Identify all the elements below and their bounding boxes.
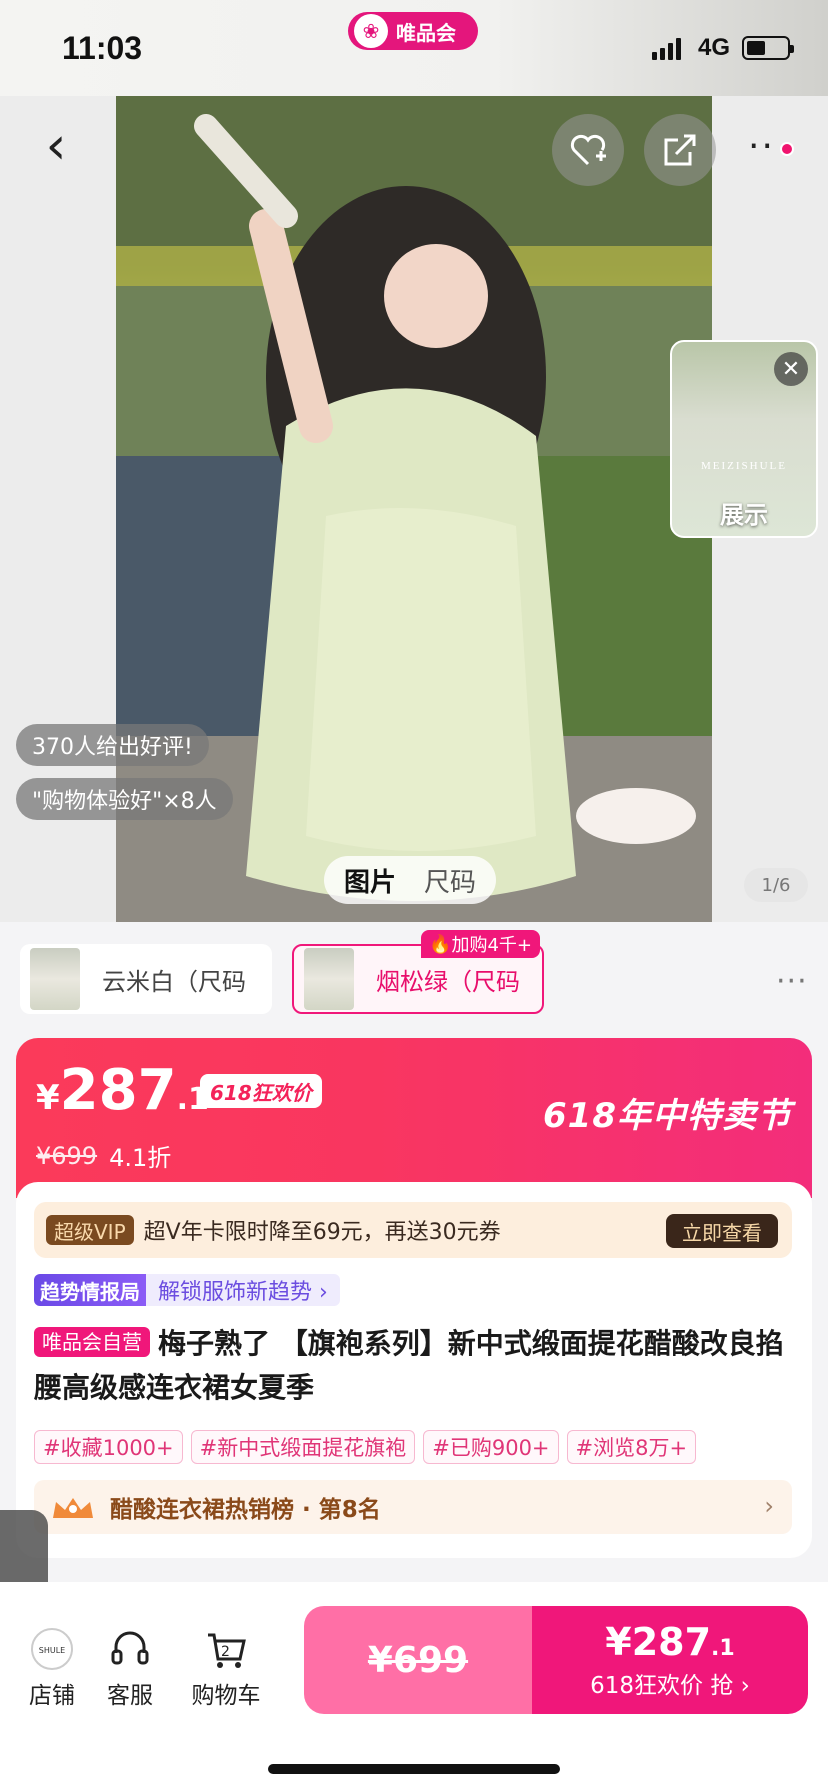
service-label: 客服 — [107, 1683, 153, 1709]
signal-icon — [652, 38, 681, 60]
network-type: 4G — [698, 34, 731, 61]
variant-thumbnail — [304, 948, 354, 1010]
crown-icon — [53, 1498, 93, 1518]
status-time: 11:03 — [62, 30, 143, 66]
ranking-text: 醋酸连衣裙热销榜 · 第8名 — [110, 1497, 381, 1523]
floating-video-card[interactable]: ✕ MEIZISHULE 展示 — [670, 340, 818, 538]
original-price-button[interactable]: ¥699 — [304, 1606, 532, 1714]
float-card-label: 展示 — [720, 501, 768, 529]
tag-style[interactable]: #新中式缎面提花旗袍 — [190, 1430, 416, 1464]
fire-icon: 🔥 — [429, 933, 452, 955]
cart-label: 购物车 — [191, 1683, 261, 1709]
more-icon: ·· — [748, 126, 775, 167]
variant-label: 烟松绿（尺码 — [376, 967, 520, 996]
media-tabs: 图片 尺码 — [324, 856, 497, 904]
tab-size[interactable]: 尺码 — [410, 858, 490, 903]
ranking-bar[interactable]: 醋酸连衣裙热销榜 · 第8名 › — [34, 1480, 792, 1534]
battery-icon — [742, 36, 794, 60]
review-count-pill: 370人给出好评! — [16, 724, 209, 766]
buy-buttons: ¥699 ¥287.1 618狂欢价 抢 › — [304, 1606, 808, 1714]
product-tags: #收藏1000+ #新中式缎面提花旗袍 #已购900+ #浏览8万+ — [34, 1430, 697, 1464]
product-title-block: 唯品会自营 梅子熟了 【旗袍系列】新中式缎面提花醋酸改良掐腰高级感连衣裙女夏季 — [34, 1322, 794, 1410]
back-button[interactable]: ‹ — [36, 116, 76, 176]
bottom-action-bar: SHULE 店铺 客服 2 购物车 ¥699 ¥287.1 618狂欢价 抢 › — [0, 1582, 828, 1792]
tag-views[interactable]: #浏览8万+ — [566, 1430, 697, 1464]
buy-subtitle: 618狂欢价 抢 › — [590, 1673, 750, 1699]
variant-option-selected[interactable]: 烟松绿（尺码 🔥 加购4千+ — [292, 930, 544, 1014]
variant-thumbnail — [30, 948, 80, 1010]
self-operated-tag: 唯品会自营 — [34, 1327, 150, 1357]
share-button[interactable] — [644, 114, 716, 186]
more-menu-button[interactable]: ·· — [748, 120, 804, 176]
discount-rate: 4.1折 — [109, 1144, 172, 1172]
promo-price-tag: 618狂欢价 — [200, 1074, 322, 1108]
buy-now-button[interactable]: ¥287.1 618狂欢价 抢 › — [532, 1606, 808, 1714]
variant-option[interactable]: 云米白（尺码 — [20, 944, 272, 1014]
status-bar: 11:03 ❀ 唯品会 4G — [0, 0, 828, 96]
headset-icon — [90, 1626, 170, 1672]
favorite-button[interactable] — [552, 114, 624, 186]
cart-button[interactable]: 2 购物车 — [186, 1626, 266, 1710]
cart-icon: 2 — [186, 1626, 266, 1672]
tag-purchased[interactable]: #已购900+ — [423, 1430, 559, 1464]
image-counter: 1/6 — [744, 868, 808, 902]
variant-label: 云米白（尺码 — [102, 967, 246, 996]
trend-chip: 趋势情报局 — [34, 1274, 146, 1306]
vip-promo-text: 超V年卡限时降至69元，再送30元券 — [143, 1220, 501, 1245]
share-icon — [664, 134, 696, 166]
review-quote-pill: "购物体验好"×8人 — [16, 778, 233, 820]
tab-images[interactable]: 图片 — [330, 858, 410, 903]
vip-chip: 超级VIP — [46, 1215, 134, 1245]
product-gallery[interactable]: ‹ ·· ✕ MEIZISHULE 展示 370人给出好评! "购物体验好"×8… — [0, 96, 828, 922]
trend-bar[interactable]: 趋势情报局 解锁服饰新趋势 › — [34, 1272, 340, 1308]
brand-name: 唯品会 — [396, 20, 456, 45]
trend-link[interactable]: 解锁服饰新趋势 › — [146, 1274, 340, 1306]
notification-dot — [780, 142, 794, 156]
heart-plus-icon — [570, 134, 606, 166]
store-label: 店铺 — [29, 1683, 75, 1709]
store-button[interactable]: SHULE 店铺 — [12, 1626, 92, 1710]
vip-promo-bar[interactable]: 超级VIP 超V年卡限时降至69元，再送30元券 立即查看 — [34, 1202, 792, 1258]
festival-title: 618年中特卖节 — [543, 1096, 792, 1136]
store-logo-icon: SHULE — [12, 1626, 92, 1672]
float-brand-text: MEIZISHULE — [701, 460, 787, 472]
tag-favorites[interactable]: #收藏1000+ — [34, 1430, 183, 1464]
customer-service-button[interactable]: 客服 — [90, 1626, 170, 1710]
chevron-right-icon: › — [764, 1492, 774, 1520]
svg-text:SHULE: SHULE — [39, 1646, 65, 1655]
variant-badge: 🔥 加购4千+ — [421, 930, 540, 958]
price-banner: ¥ 287 .1 618狂欢价 ¥699 4.1折 618年中特卖节 — [16, 1038, 812, 1198]
more-variants-button[interactable]: ··· — [776, 964, 808, 999]
variant-selector: 云米白（尺码 烟松绿（尺码 🔥 加购4千+ ··· — [0, 922, 828, 1034]
vip-view-button[interactable]: 立即查看 — [666, 1214, 778, 1248]
cart-count: 2 — [221, 1644, 230, 1660]
vip-rabbit-icon: ❀ — [354, 14, 388, 48]
product-info-card: 超级VIP 超V年卡限时降至69元，再送30元券 立即查看 趋势情报局 解锁服饰… — [16, 1182, 812, 1558]
close-icon[interactable]: ✕ — [774, 352, 808, 386]
brand-pill[interactable]: ❀ 唯品会 — [348, 12, 478, 50]
buy-price: ¥287.1 — [605, 1620, 735, 1664]
home-indicator[interactable] — [268, 1764, 560, 1774]
current-price: ¥ 287 .1 — [36, 1058, 209, 1123]
original-price: ¥699 4.1折 — [36, 1138, 171, 1173]
